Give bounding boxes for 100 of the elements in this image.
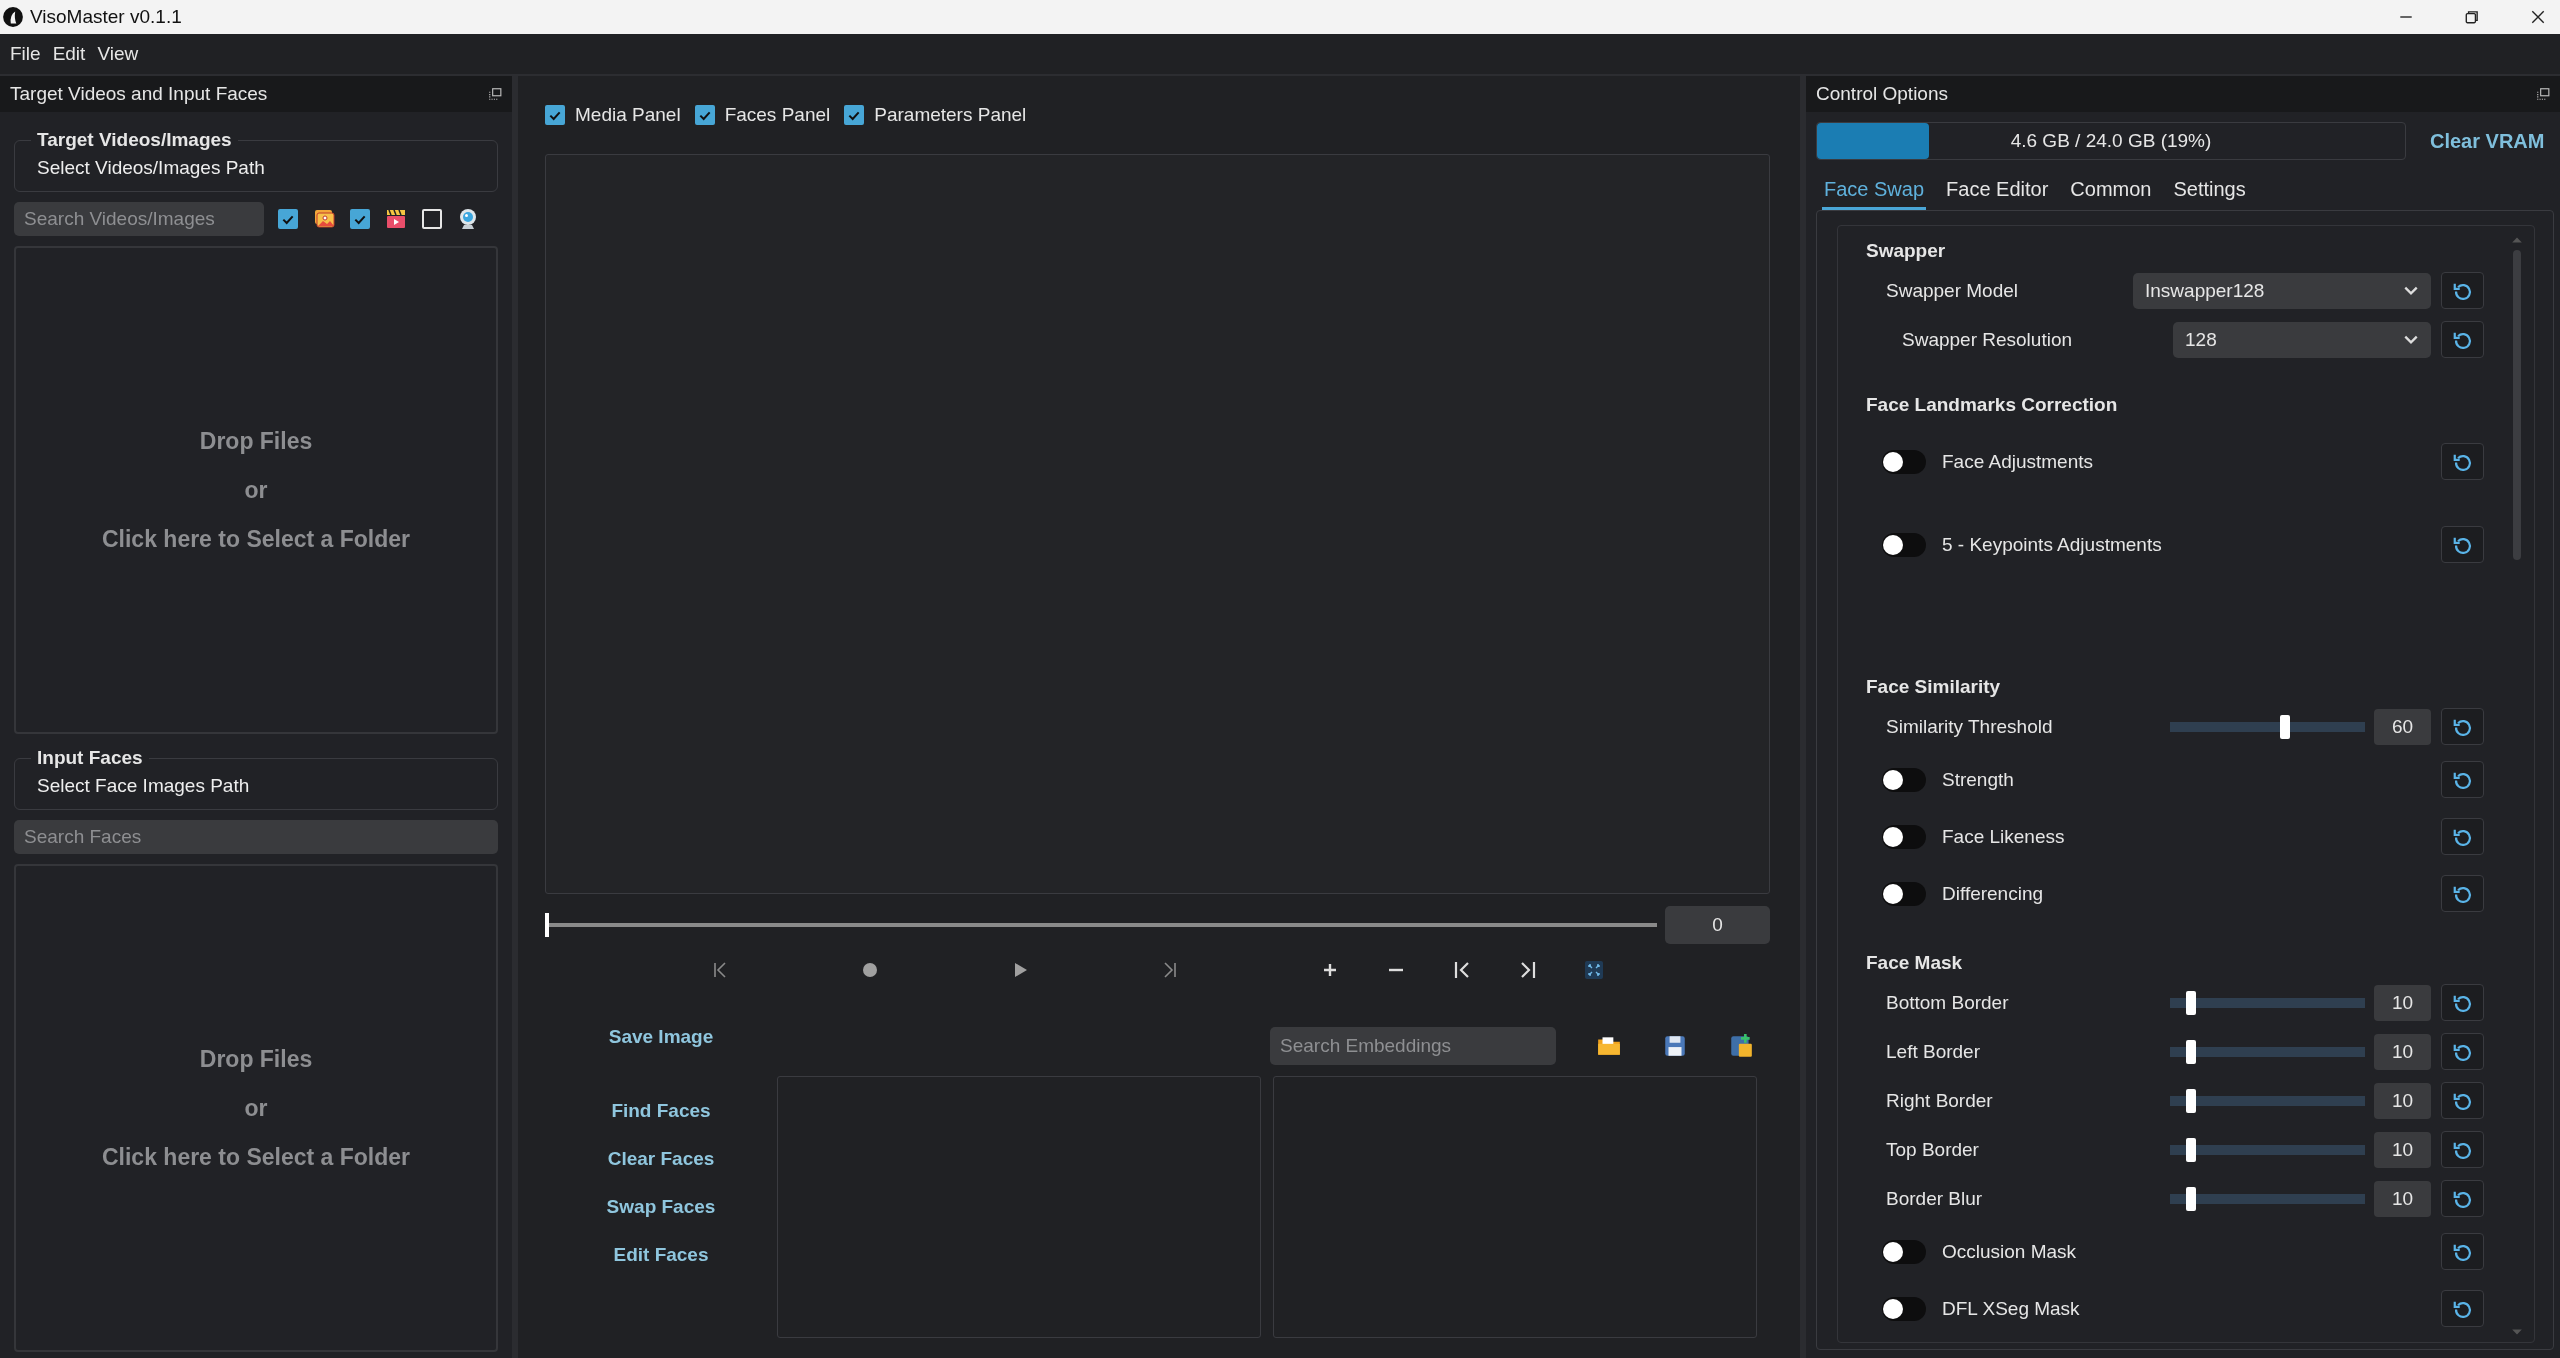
option-label: Swapper Resolution <box>1901 328 2074 351</box>
drop-area[interactable]: Drop Files or Click here to Select a Folder <box>14 864 498 1352</box>
option-label: Border Blur <box>1885 1187 1984 1210</box>
drop-text: Click here to Select a Folder <box>101 525 411 553</box>
frame-number-field[interactable]: 0 <box>1665 906 1770 944</box>
reset-button[interactable] <box>2441 1233 2484 1270</box>
face-action-button[interactable]: Clear Faces <box>607 1148 715 1170</box>
section-heading: Face Similarity <box>1866 675 2002 699</box>
section-heading: Face Mask <box>1866 951 1964 975</box>
value-field[interactable]: 10 <box>2374 984 2431 1021</box>
section-heading: Swapper <box>1866 239 1947 263</box>
option-label: Face Adjustments <box>1942 450 2095 473</box>
path-button[interactable]: Select Face Images Path <box>25 769 487 799</box>
checkbox[interactable] <box>278 209 298 229</box>
toggle-switch[interactable] <box>1882 1239 1926 1264</box>
restore-icon[interactable] <box>2464 9 2480 25</box>
dropdown[interactable]: 128 <box>2173 321 2431 358</box>
checkbox[interactable] <box>694 105 715 125</box>
float-icon[interactable] <box>2536 87 2550 101</box>
clapperboard-icon[interactable] <box>384 207 408 231</box>
drop-text: or <box>244 1094 268 1122</box>
toggle-switch[interactable] <box>1882 881 1926 906</box>
toggle-switch[interactable] <box>1882 767 1926 792</box>
reset-button[interactable] <box>2441 984 2484 1021</box>
search-field[interactable]: Search Videos/Images <box>14 202 264 236</box>
menu-item[interactable]: View <box>97 43 139 65</box>
option-label: Occlusion Mask <box>1942 1240 2078 1263</box>
value-field[interactable]: 10 <box>2374 1180 2431 1217</box>
slider-handle[interactable] <box>2186 1137 2197 1162</box>
drop-text: Drop Files <box>199 1045 313 1073</box>
option-label: Right Border <box>1885 1089 1994 1112</box>
search-field[interactable]: Search Faces <box>14 820 498 854</box>
tab[interactable]: Settings <box>2171 174 2248 210</box>
jump-end-icon[interactable] <box>1518 960 1538 980</box>
photos-icon[interactable] <box>312 207 336 231</box>
slider-handle[interactable] <box>545 913 549 937</box>
option-label: DFL XSeg Mask <box>1942 1297 2081 1320</box>
reset-button[interactable] <box>2441 1131 2484 1168</box>
drop-text: Drop Files <box>199 427 313 455</box>
toggle-switch[interactable] <box>1882 824 1926 849</box>
option-label: Swapper Model <box>1885 279 2020 302</box>
slider-handle[interactable] <box>2280 714 2291 739</box>
slider-handle[interactable] <box>2186 1088 2197 1113</box>
jump-start-icon[interactable] <box>1452 960 1472 980</box>
reset-button[interactable] <box>2441 443 2484 480</box>
panel-title: Target Videos and Input Faces <box>10 83 268 105</box>
reset-button[interactable] <box>2441 526 2484 563</box>
reset-button[interactable] <box>2441 818 2484 855</box>
search-field[interactable]: Search Embeddings <box>1270 1027 1556 1065</box>
fullscreen-icon[interactable] <box>1584 960 1604 980</box>
record-icon[interactable] <box>860 960 880 980</box>
float-icon[interactable] <box>488 87 502 101</box>
checkbox-label: Media Panel <box>575 104 681 126</box>
section-heading: Face Landmarks Correction <box>1866 393 2119 417</box>
reset-button[interactable] <box>2441 272 2484 309</box>
tab[interactable]: Common <box>2068 174 2154 210</box>
tab[interactable]: Face Editor <box>1944 174 2051 210</box>
face-action-button[interactable]: Find Faces <box>611 1100 711 1122</box>
scrollbar-thumb[interactable] <box>2513 250 2521 560</box>
option-label: Face Likeness <box>1942 825 2066 848</box>
panel-title: Control Options <box>1816 83 1948 105</box>
value-field[interactable]: 10 <box>2374 1033 2431 1070</box>
reset-button[interactable] <box>2441 761 2484 798</box>
toggle-switch[interactable] <box>1882 449 1926 474</box>
option-label: Strength <box>1942 768 2015 791</box>
slider-handle[interactable] <box>2186 1039 2197 1064</box>
save-as-icon[interactable] <box>1728 1033 1754 1059</box>
value-field[interactable]: 60 <box>2374 708 2431 745</box>
menu-item[interactable]: File <box>10 43 41 65</box>
reset-button[interactable] <box>2441 321 2484 358</box>
close-icon[interactable] <box>2530 9 2546 25</box>
toggle-switch[interactable] <box>1882 1296 1926 1321</box>
option-label: Top Border <box>1885 1138 1980 1161</box>
drop-text: Click here to Select a Folder <box>101 1143 411 1171</box>
value-field[interactable]: 10 <box>2374 1082 2431 1119</box>
chevron-down-icon <box>2403 333 2419 346</box>
reset-button[interactable] <box>2441 708 2484 745</box>
option-label: Bottom Border <box>1885 991 2010 1014</box>
reset-button[interactable] <box>2441 1033 2484 1070</box>
save-image-button[interactable]: Save Image <box>608 1026 714 1048</box>
drop-area[interactable]: Drop Files or Click here to Select a Folder <box>14 246 498 734</box>
tab[interactable]: Face Swap <box>1822 174 1927 210</box>
checkbox[interactable] <box>844 105 865 125</box>
checkbox-label: Faces Panel <box>724 104 831 126</box>
menu-item[interactable]: Edit <box>52 43 86 65</box>
clear-vram-button[interactable]: Clear VRAM <box>2430 129 2545 153</box>
reset-button[interactable] <box>2441 1180 2484 1217</box>
face-action-button[interactable]: Edit Faces <box>613 1244 709 1266</box>
path-button[interactable]: Select Videos/Images Path <box>25 151 487 181</box>
checkbox[interactable] <box>350 209 370 229</box>
reset-button[interactable] <box>2441 1290 2484 1327</box>
checkbox[interactable] <box>545 105 565 125</box>
toggle-switch[interactable] <box>1882 532 1926 557</box>
dropdown[interactable]: Inswapper128 <box>2133 272 2431 309</box>
face-action-button[interactable]: Swap Faces <box>606 1196 716 1218</box>
value-field[interactable]: 10 <box>2374 1131 2431 1168</box>
reset-button[interactable] <box>2441 1082 2484 1119</box>
slider-handle[interactable] <box>2186 990 2197 1015</box>
reset-button[interactable] <box>2441 875 2484 912</box>
slider-handle[interactable] <box>2186 1186 2197 1211</box>
